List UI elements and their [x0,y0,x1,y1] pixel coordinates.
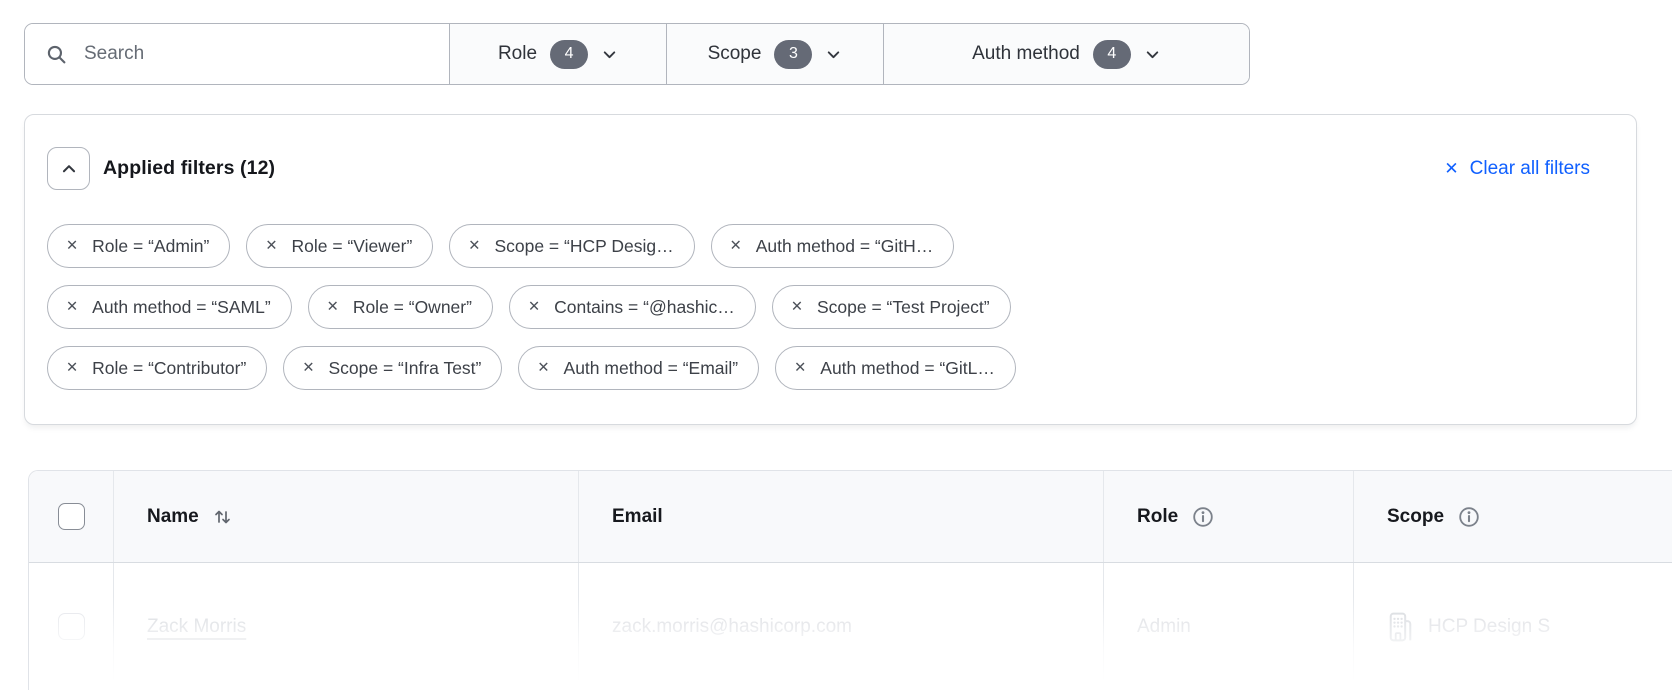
remove-filter-icon[interactable] [66,361,78,376]
filter-pill-label: Scope = “HCP Desig… [494,236,673,257]
chevron-down-icon [825,46,842,63]
remove-filter-icon[interactable] [327,300,339,315]
header-email-cell: Email [578,471,1103,562]
search-icon [46,44,67,65]
row-email-cell: zack.morris@hashicorp.com [578,563,1103,690]
filter-pill-label: Auth method = “GitH… [756,236,934,257]
filter-pill[interactable]: Scope = “Infra Test” [283,346,502,390]
scope-count-badge: 3 [774,40,812,69]
chevron-down-icon [601,46,618,63]
page: { "filter_bar": { "search_placeholder": … [0,0,1672,690]
select-all-checkbox[interactable] [58,503,85,530]
table-header-row: Name Email Role Scope [29,471,1672,563]
filter-pill-label: Scope = “Infra Test” [328,358,481,379]
filter-pill-label: Contains = “@hashic… [554,297,735,318]
remove-filter-icon[interactable] [794,361,806,376]
header-scope-cell: Scope [1353,471,1672,562]
filter-pill[interactable]: Role = “Viewer” [246,224,433,268]
filter-pill-label: Role = “Viewer” [292,236,413,257]
clear-x-icon[interactable] [1444,160,1458,177]
remove-filter-icon[interactable] [302,361,314,376]
header-role-cell: Role [1103,471,1353,562]
email-column-header: Email [612,506,663,528]
applied-filters-title: Applied filters (12) [103,157,275,180]
name-column-header: Name [147,506,199,528]
remove-filter-icon[interactable] [265,239,277,254]
role-column-header: Role [1137,506,1178,528]
filter-pill[interactable]: Contains = “@hashic… [509,285,756,329]
sort-icon[interactable] [213,507,232,527]
filter-pill[interactable]: Auth method = “SAML” [47,285,292,329]
role-filter-dropdown[interactable]: Role 4 [449,24,666,84]
header-name-cell: Name [113,471,578,562]
role-count-badge: 4 [550,40,588,69]
filter-pill-label: Scope = “Test Project” [817,297,990,318]
filter-pill-label: Role = “Owner” [353,297,472,318]
filter-pill-label: Role = “Contributor” [92,358,246,379]
table-row: Zack Morris zack.morris@hashicorp.com Ad… [29,563,1672,690]
filter-pill-row: Role = “Contributor” Scope = “Infra Test… [47,346,1614,390]
filter-pill[interactable]: Role = “Admin” [47,224,230,268]
filter-pill[interactable]: Role = “Contributor” [47,346,267,390]
remove-filter-icon[interactable] [66,239,78,254]
row-checkbox-cell [29,563,113,690]
filter-pill-label: Role = “Admin” [92,236,209,257]
row-role-cell: Admin [1103,563,1353,690]
filter-pill[interactable]: Auth method = “GitH… [711,224,955,268]
user-scope: HCP Design S [1428,616,1550,638]
filter-pill-label: Auth method = “GitL… [820,358,995,379]
search-input[interactable] [82,42,449,66]
info-icon[interactable] [1458,506,1480,528]
chevron-up-icon [60,160,78,178]
remove-filter-icon[interactable] [537,361,549,376]
filter-pill-row: Role = “Admin” Role = “Viewer” Scope = “… [47,224,1614,268]
scope-column-header: Scope [1387,506,1444,528]
row-name-cell: Zack Morris [113,563,578,690]
filter-pill[interactable]: Scope = “HCP Desig… [449,224,694,268]
filter-pill[interactable]: Scope = “Test Project” [772,285,1011,329]
row-checkbox[interactable] [58,613,85,640]
scope-filter-dropdown[interactable]: Scope 3 [666,24,883,84]
collapse-filters-button[interactable] [47,147,90,190]
row-scope-cell: HCP Design S [1353,563,1672,690]
auth-method-count-badge: 4 [1093,40,1131,69]
scope-dropdown-label: Scope [708,43,762,65]
filter-pill-label: Auth method = “Email” [564,358,739,379]
filter-pill-row: Auth method = “SAML” Role = “Owner” Cont… [47,285,1614,329]
users-table: Name Email Role Scope [28,470,1672,690]
remove-filter-icon[interactable] [791,300,803,315]
user-email: zack.morris@hashicorp.com [612,616,852,638]
search-box [25,24,449,84]
applied-filters-panel: Applied filters (12) Clear all filters R… [24,114,1637,425]
remove-filter-icon[interactable] [730,239,742,254]
org-building-icon [1387,612,1414,642]
applied-filter-pills: Role = “Admin” Role = “Viewer” Scope = “… [47,224,1614,390]
remove-filter-icon[interactable] [66,300,78,315]
header-checkbox-cell [29,471,113,562]
info-icon[interactable] [1192,506,1214,528]
filter-pill[interactable]: Auth method = “GitL… [775,346,1016,390]
user-name-link[interactable]: Zack Morris [147,616,246,638]
filter-pill[interactable]: Auth method = “Email” [518,346,759,390]
applied-filters-header: Applied filters (12) Clear all filters [47,147,1614,190]
remove-filter-icon[interactable] [468,239,480,254]
filter-bar: Role 4 Scope 3 Auth method 4 [24,23,1250,85]
auth-method-filter-dropdown[interactable]: Auth method 4 [883,24,1249,84]
role-dropdown-label: Role [498,43,537,65]
user-role: Admin [1137,616,1191,638]
clear-all-filters-button[interactable]: Clear all filters [1444,158,1590,180]
clear-all-filters-label: Clear all filters [1470,158,1590,180]
auth-method-dropdown-label: Auth method [972,43,1080,65]
filter-pill[interactable]: Role = “Owner” [308,285,493,329]
remove-filter-icon[interactable] [528,300,540,315]
chevron-down-icon [1144,46,1161,63]
filter-pill-label: Auth method = “SAML” [92,297,271,318]
